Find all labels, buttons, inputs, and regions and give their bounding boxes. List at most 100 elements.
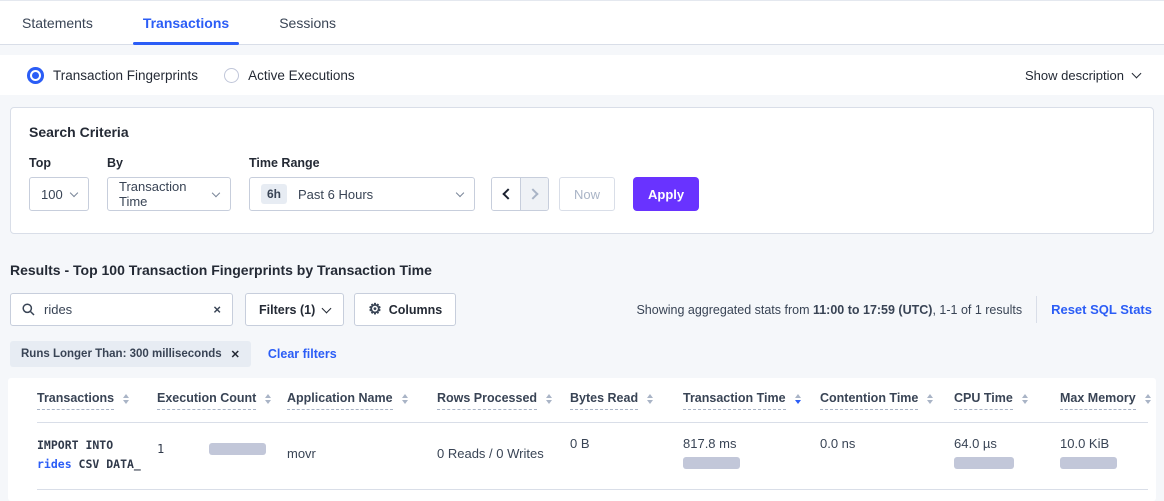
by-select[interactable]: Transaction Time <box>107 177 231 211</box>
sort-up-arrow <box>795 394 801 398</box>
cell-transaction-fingerprint[interactable]: IMPORT INTO rides CSV DATA_ <box>37 436 157 474</box>
time-range-label: Time Range <box>249 156 475 170</box>
sort-icon[interactable] <box>927 394 933 404</box>
table-header-row: Transactions Execution Count Application… <box>37 378 1148 423</box>
sort-icon[interactable] <box>402 394 408 404</box>
sort-down-arrow <box>265 400 271 404</box>
chevron-down-icon <box>70 188 78 196</box>
cell-transaction-time: 817.8 ms <box>683 436 820 469</box>
cell-application-name: movr <box>287 436 437 461</box>
tab-transactions[interactable]: Transactions <box>133 1 239 44</box>
cell-execution-count: 1 <box>157 436 287 456</box>
reset-sql-stats-link[interactable]: Reset SQL Stats <box>1051 302 1152 317</box>
column-header-application-name[interactable]: Application Name <box>287 391 437 410</box>
sort-icon[interactable] <box>265 394 271 404</box>
sort-down-arrow <box>927 400 933 404</box>
time-range-badge: 6h <box>261 184 287 204</box>
table-row: IMPORT INTO rides CSV DATA_ 1 movr 0 Rea… <box>37 423 1148 490</box>
column-header-transactions[interactable]: Transactions <box>37 391 157 410</box>
column-header-label: Contention Time <box>820 391 918 410</box>
column-header-label: Bytes Read <box>570 391 638 410</box>
tab-statements[interactable]: Statements <box>12 1 103 44</box>
column-header-execution-count[interactable]: Execution Count <box>157 391 287 410</box>
chevron-down-icon <box>322 304 332 314</box>
sort-down-arrow <box>795 400 801 404</box>
top-select[interactable]: 100 <box>29 177 89 211</box>
columns-button-label: Columns <box>389 303 442 317</box>
show-description-label: Show description <box>1025 68 1124 83</box>
stats-prefix: Showing aggregated stats from <box>636 303 813 317</box>
stats-time-range: 11:00 to 17:59 (UTC) <box>813 303 932 317</box>
column-header-label: Rows Processed <box>437 391 537 410</box>
sort-icon[interactable] <box>123 394 129 404</box>
chevron-right-icon <box>527 188 538 199</box>
active-filters-row: Runs Longer Than: 300 milliseconds ✕ Cle… <box>10 341 1154 367</box>
radio-selected-icon <box>32 72 39 79</box>
chevron-down-icon <box>1132 68 1142 78</box>
results-controls-row: rides × Filters (1) ⚙ Columns Showing ag… <box>10 293 1154 326</box>
columns-button[interactable]: ⚙ Columns <box>354 293 456 326</box>
sort-icon[interactable] <box>1145 394 1151 404</box>
search-criteria-card: Search Criteria Top 100 By Transaction T… <box>10 107 1154 234</box>
cell-bytes-read: 0 B <box>570 436 683 451</box>
time-window-stepper <box>491 177 549 211</box>
filter-chip-runs-longer-than[interactable]: Runs Longer Than: 300 milliseconds ✕ <box>10 341 251 367</box>
sort-up-arrow <box>546 394 552 398</box>
sort-down-arrow <box>546 400 552 404</box>
search-icon <box>22 303 35 316</box>
cell-contention-time: 0.0 ns <box>820 436 954 451</box>
max-memory-value: 10.0 KiB <box>1060 436 1148 451</box>
filters-button[interactable]: Filters (1) <box>245 293 344 326</box>
cpu-time-value: 64.0 µs <box>954 436 1060 451</box>
by-field: By Transaction Time <box>107 156 231 211</box>
time-range-value: Past 6 Hours <box>298 187 373 202</box>
tab-sessions[interactable]: Sessions <box>269 1 346 44</box>
sort-down-arrow <box>123 400 129 404</box>
fingerprint-table-link[interactable]: rides <box>37 457 72 471</box>
by-label: By <box>107 156 231 170</box>
previous-time-window-button[interactable] <box>492 178 520 210</box>
results-heading: Results - Top 100 Transaction Fingerprin… <box>10 262 1164 278</box>
radio-label: Active Executions <box>248 68 355 83</box>
filter-chip-label: Runs Longer Than: 300 milliseconds <box>21 348 222 360</box>
sort-icon[interactable] <box>546 394 552 404</box>
clear-search-icon[interactable]: × <box>213 303 221 316</box>
sort-icon-active-desc[interactable] <box>795 394 801 404</box>
column-header-label: CPU Time <box>954 391 1013 410</box>
column-header-rows-processed[interactable]: Rows Processed <box>437 391 570 410</box>
aggregated-stats-text: Showing aggregated stats from 11:00 to 1… <box>636 303 1022 317</box>
column-header-label: Transactions <box>37 391 114 410</box>
search-input[interactable]: rides × <box>10 293 233 326</box>
column-header-transaction-time[interactable]: Transaction Time <box>683 391 820 410</box>
sort-icon[interactable] <box>1022 394 1028 404</box>
column-header-cpu-time[interactable]: CPU Time <box>954 391 1060 410</box>
sort-icon[interactable] <box>647 394 653 404</box>
radio-transaction-fingerprints[interactable]: Transaction Fingerprints <box>27 68 198 83</box>
column-header-max-memory[interactable]: Max Memory <box>1060 391 1148 410</box>
max-memory-bar <box>1060 457 1117 469</box>
sort-up-arrow <box>265 394 271 398</box>
time-range-select[interactable]: 6h Past 6 Hours <box>249 177 475 211</box>
execution-count-bar <box>209 443 266 455</box>
column-header-contention-time[interactable]: Contention Time <box>820 391 954 410</box>
sort-down-arrow <box>1022 400 1028 404</box>
radio-active-executions[interactable]: Active Executions <box>224 68 355 83</box>
column-header-bytes-read[interactable]: Bytes Read <box>570 391 683 410</box>
apply-button[interactable]: Apply <box>633 177 699 211</box>
sort-down-arrow <box>647 400 653 404</box>
top-select-value: 100 <box>41 187 63 202</box>
search-input-value: rides <box>44 302 72 317</box>
clear-filters-link[interactable]: Clear filters <box>268 347 337 361</box>
cell-cpu-time: 64.0 µs <box>954 436 1060 469</box>
sort-up-arrow <box>123 394 129 398</box>
show-description-toggle[interactable]: Show description <box>1025 68 1140 83</box>
top-field: Top 100 <box>29 156 89 211</box>
next-time-window-button[interactable] <box>520 178 548 210</box>
by-select-value: Transaction Time <box>119 179 213 209</box>
gear-icon: ⚙ <box>368 302 381 317</box>
remove-filter-icon[interactable]: ✕ <box>231 348 240 361</box>
chevron-down-icon <box>456 188 464 196</box>
search-criteria-title: Search Criteria <box>29 124 1135 140</box>
now-button[interactable]: Now <box>559 177 615 211</box>
column-header-label: Execution Count <box>157 391 256 410</box>
